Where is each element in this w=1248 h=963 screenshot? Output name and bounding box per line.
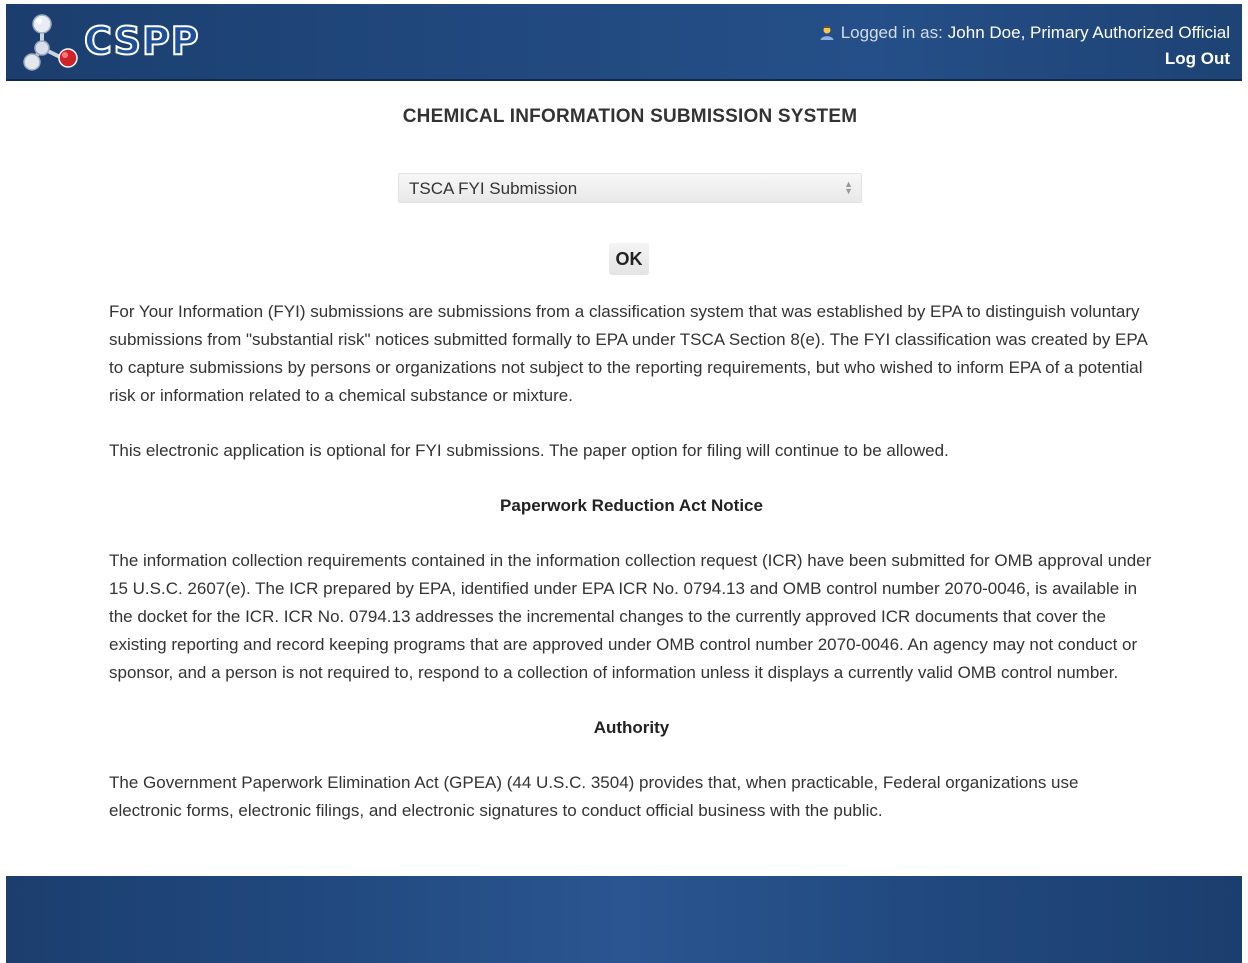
cspp-logo[interactable]: CSPP (20, 12, 200, 72)
optional-paragraph: This electronic application is optional … (109, 441, 949, 460)
main-content: For Your Information (FYI) submissions a… (109, 298, 1154, 852)
footer-bar (6, 876, 1242, 963)
user-icon (820, 26, 834, 40)
ok-button[interactable]: OK (609, 243, 649, 275)
page: CSPP Logged in as: John Doe, Primary Aut… (0, 0, 1248, 963)
logged-in-user-name: John Doe, Primary Authorized Official (947, 23, 1230, 42)
logged-in-label: Logged in as: (840, 23, 943, 42)
page-title: CHEMICAL INFORMATION SUBMISSION SYSTEM (402, 106, 858, 127)
select-arrows-icon: ▲ ▼ (844, 179, 853, 196)
pra-heading: Paperwork Reduction Act Notice (500, 496, 763, 515)
logged-in-line: Logged in as: John Doe, Primary Authoriz… (819, 20, 1230, 46)
submission-type-selected-value: TSCA FYI Submission (409, 179, 578, 198)
header-bar: CSPP Logged in as: John Doe, Primary Aut… (6, 4, 1242, 81)
login-info: Logged in as: John Doe, Primary Authoriz… (819, 20, 1230, 72)
submission-type-select[interactable]: TSCA FYI Submission ▲ ▼ (398, 173, 862, 203)
logout-link[interactable]: Log Out (819, 46, 1230, 72)
authority-paragraph: The Government Paperwork Elimination Act… (109, 773, 1079, 820)
pra-paragraph: The information collection requirements … (109, 551, 1152, 682)
logo-text: CSPP (83, 18, 200, 64)
fyi-intro-paragraph: For Your Information (FYI) submissions a… (109, 302, 1147, 405)
molecule-logo-icon (23, 14, 78, 71)
authority-heading: Authority (593, 718, 670, 737)
